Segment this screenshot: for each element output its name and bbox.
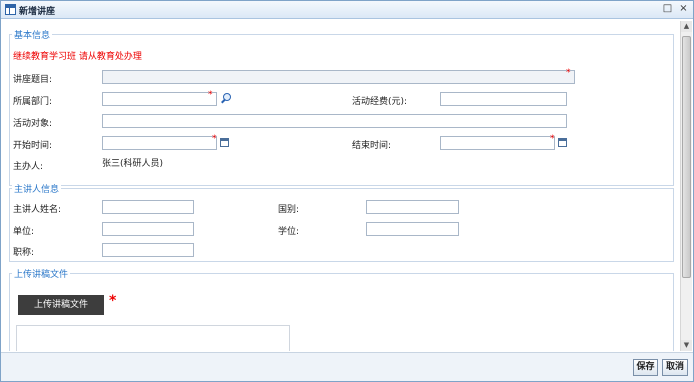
unit-label: 单位: — [13, 227, 35, 237]
upload-legend: 上传讲稿文件 — [12, 267, 71, 280]
speaker-info-section: 主讲人信息 主讲人姓名: 国别: 单位: 学位: 职称: — [9, 182, 674, 262]
calendar-icon[interactable] — [220, 138, 229, 147]
basic-info-section: 基本信息 继续教育学习班 请从教育处办理 讲座题目: * 所属部门: * 活动经… — [9, 28, 674, 186]
country-label: 国别: — [278, 205, 300, 215]
dialog-window: 新增讲座 □ × 基本信息 继续教育学习班 请从教育处办理 讲座题目: * 所属… — [0, 0, 694, 382]
title-rank-input[interactable] — [102, 243, 194, 257]
title-bar[interactable]: 新增讲座 □ × — [1, 1, 693, 19]
dialog-footer: 保存 取消 — [1, 352, 693, 381]
close-button[interactable]: × — [677, 3, 690, 16]
upload-required-mark: * — [109, 293, 117, 309]
country-input[interactable] — [366, 200, 459, 214]
search-icon[interactable] — [220, 93, 231, 104]
unit-input[interactable] — [102, 222, 194, 236]
end-time-input[interactable] — [440, 136, 555, 150]
host-label: 主办人: — [13, 162, 44, 172]
start-time-input[interactable] — [102, 136, 217, 150]
window-icon — [5, 4, 16, 15]
scroll-down-arrow-icon[interactable]: ▼ — [681, 340, 692, 351]
calendar-icon[interactable] — [558, 138, 567, 147]
vertical-scrollbar[interactable]: ▲ ▼ — [680, 21, 692, 351]
target-label: 活动对象: — [13, 119, 53, 129]
host-value: 张三(科研人员) — [102, 159, 164, 169]
topic-required-mark: * — [566, 68, 571, 78]
target-input[interactable] — [102, 114, 567, 128]
dept-label: 所属部门: — [13, 97, 53, 107]
end-time-required-mark: * — [550, 134, 555, 144]
degree-input[interactable] — [366, 222, 459, 236]
dept-input[interactable] — [102, 92, 217, 106]
save-button[interactable]: 保存 — [633, 359, 658, 376]
dept-required-mark: * — [208, 90, 213, 100]
scroll-up-arrow-icon[interactable]: ▲ — [681, 21, 692, 32]
maximize-button[interactable]: □ — [661, 3, 674, 16]
budget-input[interactable] — [440, 92, 567, 106]
start-time-label: 开始时间: — [13, 141, 53, 151]
window-title: 新增讲座 — [19, 7, 56, 17]
scrollbar-thumb[interactable] — [682, 36, 691, 278]
speaker-info-legend: 主讲人信息 — [12, 182, 62, 195]
upload-file-list — [16, 325, 290, 351]
upload-section: 上传讲稿文件 上传讲稿文件 * — [9, 267, 674, 351]
form-content: 基本信息 继续教育学习班 请从教育处办理 讲座题目: * 所属部门: * 活动经… — [3, 21, 680, 351]
speaker-name-label: 主讲人姓名: — [13, 205, 62, 215]
start-time-required-mark: * — [212, 134, 217, 144]
degree-label: 学位: — [278, 227, 300, 237]
cancel-button[interactable]: 取消 — [662, 359, 688, 376]
budget-label: 活动经费(元): — [352, 97, 408, 107]
basic-info-legend: 基本信息 — [12, 28, 53, 41]
notice-text: 继续教育学习班 请从教育处办理 — [13, 52, 142, 62]
end-time-label: 结束时间: — [352, 141, 392, 151]
topic-input[interactable] — [102, 70, 575, 84]
title-rank-label: 职称: — [13, 248, 35, 258]
topic-label: 讲座题目: — [13, 75, 53, 85]
upload-file-button[interactable]: 上传讲稿文件 — [18, 295, 104, 315]
speaker-name-input[interactable] — [102, 200, 194, 214]
